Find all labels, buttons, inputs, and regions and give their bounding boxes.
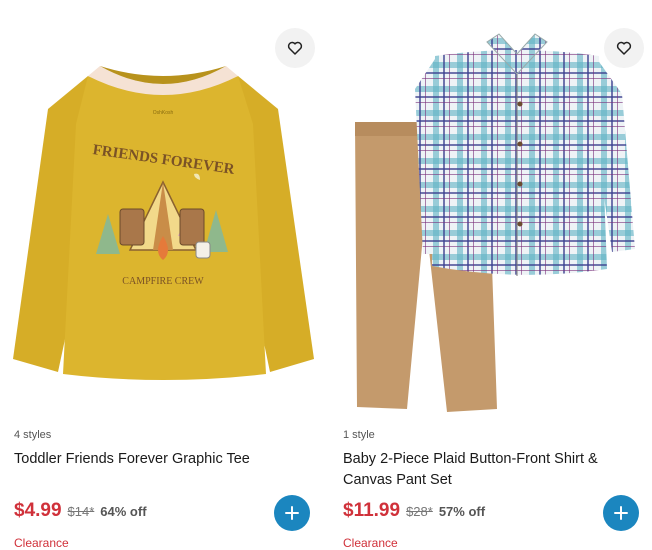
brand-label: OshKosh (153, 110, 174, 116)
product-title[interactable]: Baby 2-Piece Plaid Button-Front Shirt & … (343, 449, 633, 491)
heart-outline-icon (616, 41, 632, 55)
sale-price: $11.99 (343, 500, 401, 521)
graphic-text-bottom: CAMPFIRE CREW (122, 276, 204, 287)
product-title[interactable]: Toddler Friends Forever Graphic Tee (14, 449, 304, 470)
price-row: $11.99 $28* 57% off (343, 500, 485, 522)
product-card[interactable]: OshKosh FRIENDS FOREVER CAMPFIRE CREW 4 … (8, 0, 321, 550)
original-price: $28* (406, 504, 433, 519)
style-count: 1 style (343, 429, 375, 441)
original-price: $14* (67, 504, 95, 519)
plus-icon (614, 506, 628, 520)
add-to-bag-button[interactable] (603, 495, 639, 531)
heart-outline-icon (287, 41, 303, 55)
plaid-shirt-and-pants-image (355, 33, 635, 412)
price-row: $4.99 $14* 64% off (14, 500, 147, 522)
product-image[interactable]: OshKosh FRIENDS FOREVER CAMPFIRE CREW (8, 14, 321, 419)
discount-label: 64% off (100, 504, 147, 519)
product-card[interactable]: 1 style Baby 2-Piece Plaid Button-Front … (337, 0, 650, 550)
clearance-tag: Clearance (343, 536, 398, 550)
add-to-bag-button[interactable] (274, 495, 310, 531)
clearance-tag: Clearance (14, 536, 69, 550)
sale-price: $4.99 (14, 500, 62, 521)
favorite-button[interactable] (604, 28, 644, 68)
style-count: 4 styles (14, 429, 52, 441)
yellow-graphic-tee-image: OshKosh FRIENDS FOREVER CAMPFIRE CREW (13, 66, 314, 380)
product-image[interactable] (337, 14, 650, 419)
plus-icon (285, 506, 299, 520)
product-grid: OshKosh FRIENDS FOREVER CAMPFIRE CREW 4 … (0, 0, 652, 550)
favorite-button[interactable] (275, 28, 315, 68)
discount-label: 57% off (438, 504, 486, 519)
